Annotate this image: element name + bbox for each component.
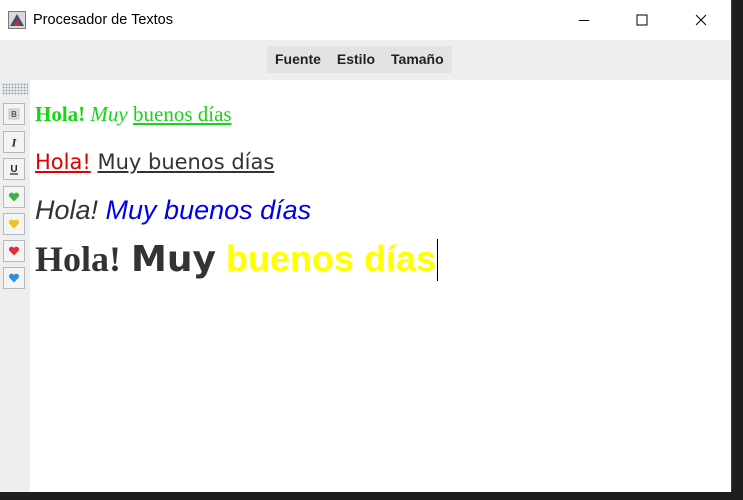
minimize-icon — [579, 20, 589, 21]
blue-heart-icon — [8, 273, 20, 283]
close-button[interactable] — [672, 0, 730, 40]
maximize-icon — [636, 14, 648, 26]
menu-group: Fuente Estilo Tamaño — [267, 46, 452, 73]
text-line-4: Hola! Muy buenos días — [35, 238, 438, 281]
app-window: Procesador de Textos Fuente Estilo Tamañ… — [0, 0, 732, 492]
text-run: Hola! — [35, 239, 121, 279]
toolbar-grip[interactable] — [2, 83, 28, 95]
text-run: Muy buenos días — [97, 150, 275, 174]
text-caret — [437, 239, 438, 281]
text-run: Muy — [90, 102, 128, 126]
menu-tamano[interactable]: Tamaño — [383, 46, 452, 73]
text-run: Hola! — [35, 150, 91, 174]
format-toolbar: B I U — [0, 80, 30, 492]
text-run: Muy buenos días — [105, 195, 312, 225]
svg-text:U: U — [10, 164, 17, 175]
yellow-heart-icon — [8, 219, 20, 229]
menu-estilo[interactable]: Estilo — [329, 46, 383, 73]
color-yellow-button[interactable] — [3, 213, 25, 235]
bold-button[interactable]: B — [3, 103, 25, 125]
bold-icon: B — [8, 108, 20, 120]
java-app-icon — [8, 11, 26, 29]
minimize-button[interactable] — [555, 0, 613, 40]
text-run: Hola! — [35, 102, 86, 126]
title-bar: Procesador de Textos — [0, 0, 731, 40]
close-icon — [695, 14, 707, 26]
underline-button[interactable]: U — [3, 158, 25, 180]
text-editor[interactable]: Hola! Muy buenos días Hola! Muy buenos d… — [31, 80, 731, 492]
menu-bar: Fuente Estilo Tamaño — [0, 40, 731, 80]
maximize-button[interactable] — [613, 0, 671, 40]
red-heart-icon — [8, 246, 20, 256]
green-heart-icon — [8, 192, 20, 202]
svg-text:I: I — [11, 136, 18, 148]
color-blue-button[interactable] — [3, 267, 25, 289]
underline-icon: U — [10, 164, 18, 175]
text-run: buenos días — [225, 238, 436, 279]
window-title: Procesador de Textos — [33, 12, 173, 28]
italic-button[interactable]: I — [3, 131, 25, 153]
text-run: buenos días — [133, 102, 232, 126]
text-line-1: Hola! Muy buenos días — [35, 102, 232, 127]
text-run: Hola! — [35, 195, 99, 225]
background-editor-strip — [0, 492, 743, 500]
color-green-button[interactable] — [3, 186, 25, 208]
text-run: Muy — [131, 239, 216, 280]
text-line-2: Hola! Muy buenos días — [35, 150, 274, 174]
italic-icon: I — [11, 136, 18, 148]
menu-fuente[interactable]: Fuente — [267, 46, 329, 73]
svg-text:B: B — [11, 110, 17, 119]
text-line-3: Hola! Muy buenos días — [35, 195, 311, 226]
color-red-button[interactable] — [3, 240, 25, 262]
